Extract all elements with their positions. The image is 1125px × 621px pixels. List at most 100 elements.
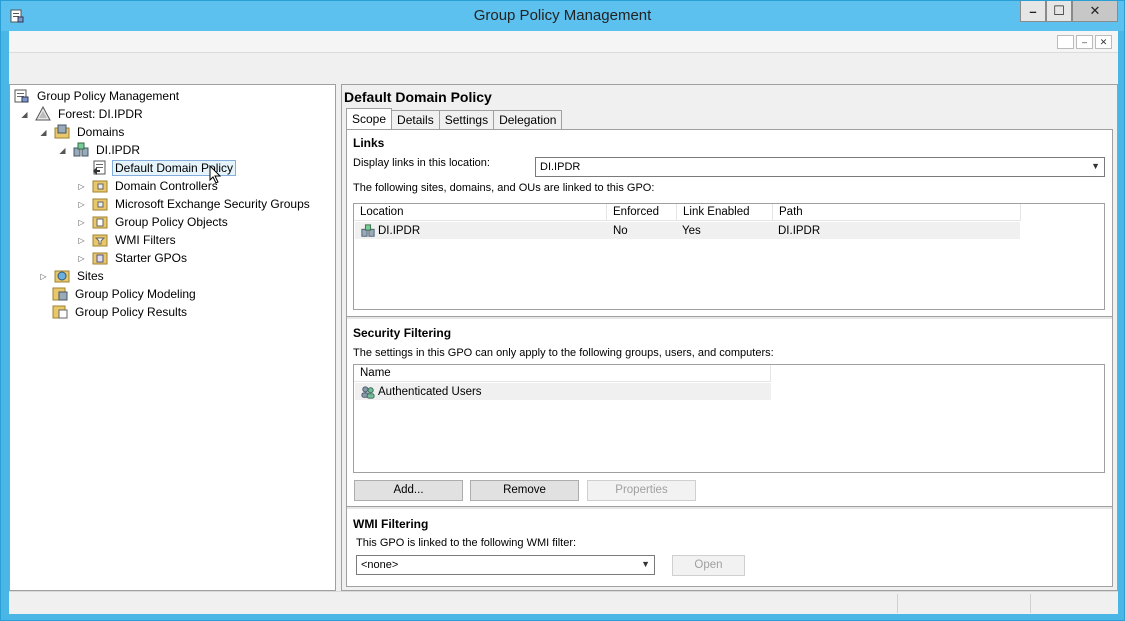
ou-folder-icon [92,180,108,193]
tree-node-label: Domains [77,125,125,139]
add-button[interactable]: Add... [354,480,463,501]
tab-delegation[interactable]: Delegation [493,110,563,129]
tree-node-label: Domain Controllers [115,179,218,193]
security-list-header: Name [354,365,771,382]
tree-node-wmi-filters[interactable]: ▷ WMI Filters [77,231,179,249]
scope-tab-panel: Links Display links in this location: DI… [346,129,1113,587]
toolbar [9,53,1118,84]
column-header-path[interactable]: Path [773,204,1021,221]
tree-node-exchange-security-groups[interactable]: ▷ Microsoft Exchange Security Groups [77,195,313,213]
mouse-cursor-icon [209,165,222,184]
properties-button[interactable]: Properties [587,480,696,501]
security-filtering-title: Security Filtering [353,326,452,340]
results-icon [52,305,68,319]
minimize-icon: – [1029,3,1037,19]
wmi-filtering-title: WMI Filtering [353,517,429,531]
tree-node-label: WMI Filters [115,233,176,247]
tree-node-domains[interactable]: ◢ Domains [39,123,127,141]
tree-node-domain-controllers[interactable]: ▷ Domain Controllers [77,177,221,195]
tree-node-label: Forest: DI.IPDR [58,107,143,121]
tree-node-group-policy-modeling[interactable]: Group Policy Modeling [52,285,199,303]
security-filtering-listview[interactable]: Name Authenticated Users [353,364,1105,473]
domain-icon [361,223,375,237]
tree-node-label: Sites [77,269,104,283]
window-title: Group Policy Management [473,7,652,24]
tree-node-label: DI.IPDR [96,143,141,157]
tree-node-label: Starter GPOs [115,251,188,265]
menu-bar: – ✕ [9,31,1118,53]
wmi-filter-value: <none> [361,559,399,571]
mdi-restore-button[interactable] [1057,35,1074,49]
column-header-link-enabled[interactable]: Link Enabled [677,204,773,221]
maximize-button[interactable]: ☐ [1046,1,1072,22]
gpmc-console-icon [14,89,29,103]
maximize-icon: ☐ [1053,3,1065,18]
client-area: – ✕ Group Policy Management ◢ Forest: DI… [9,31,1118,614]
remove-button[interactable]: Remove [470,480,579,501]
table-row[interactable]: Authenticated Users [355,383,771,400]
tree-node-gpmc-root[interactable]: Group Policy Management [14,87,182,105]
links-listview[interactable]: Location Enforced Link Enabled Path DI.I… [353,203,1105,310]
expand-icon[interactable]: ▷ [77,200,86,209]
status-bar [9,591,1118,614]
console-tree[interactable]: Group Policy Management ◢ Forest: DI.IPD… [9,84,336,591]
open-wmi-filter-button[interactable]: Open [672,555,745,576]
wmi-folder-icon [92,234,108,247]
section-separator[interactable] [347,316,1112,320]
forest-icon [35,106,51,121]
status-segment [1030,594,1118,613]
expand-icon[interactable]: ▷ [77,182,86,191]
sites-icon [54,270,70,283]
gpmc-window: Group Policy Management – ☐ ✕ – ✕ Group … [0,0,1125,621]
close-icon: ✕ [1089,3,1101,18]
tab-details[interactable]: Details [391,110,440,129]
tree-node-domain-di-ipdr[interactable]: ◢ DI.IPDR [58,141,143,159]
wmi-filtering-description: This GPO is linked to the following WMI … [356,537,577,549]
mdi-close-button[interactable]: ✕ [1095,35,1112,49]
linked-locations-label: The following sites, domains, and OUs ar… [353,182,655,194]
modeling-icon [52,287,68,301]
tree-node-forest[interactable]: ◢ Forest: DI.IPDR [20,105,146,123]
column-header-name[interactable]: Name [354,365,771,382]
domains-folder-icon [54,124,70,139]
details-pane: Default Domain Policy Scope Details Sett… [341,84,1118,591]
security-filtering-description: The settings in this GPO can only apply … [353,347,774,359]
expand-icon[interactable]: ▷ [77,218,86,227]
collapse-icon[interactable]: ◢ [39,128,48,137]
section-separator[interactable] [347,506,1112,510]
status-segment [897,594,1030,613]
minimize-button[interactable]: – [1020,1,1046,22]
expand-icon[interactable]: ▷ [77,236,86,245]
links-location-dropdown[interactable]: DI.IPDR ▼ [535,157,1105,177]
policy-title: Default Domain Policy [344,89,492,105]
link-path-cell: DI.IPDR [778,224,821,237]
wmi-filter-dropdown[interactable]: <none> ▼ [356,555,655,575]
tree-node-sites[interactable]: ▷ Sites [39,267,107,285]
link-enforced-cell: No [613,224,628,237]
domain-icon [73,142,89,157]
users-group-icon [361,385,375,399]
tree-node-group-policy-results[interactable]: Group Policy Results [52,303,190,321]
expand-icon[interactable]: ▷ [39,272,48,281]
expand-icon[interactable]: ▷ [77,254,86,263]
mdi-minimize-button[interactable]: – [1076,35,1093,49]
tab-strip: Scope Details Settings Delegation [346,108,563,130]
title-bar[interactable]: Group Policy Management – ☐ ✕ [1,1,1124,31]
tab-settings[interactable]: Settings [438,110,495,129]
tree-node-group-policy-objects[interactable]: ▷ Group Policy Objects [77,213,231,231]
column-header-location[interactable]: Location [354,204,607,221]
links-list-header: Location Enforced Link Enabled Path [354,204,1021,221]
tab-scope[interactable]: Scope [346,108,393,129]
links-section-title: Links [353,136,385,150]
collapse-icon[interactable]: ◢ [58,146,67,155]
table-row[interactable]: DI.IPDR No Yes DI.IPDR [355,222,1020,239]
tree-node-label: Group Policy Results [75,305,188,319]
tree-node-starter-gpos[interactable]: ▷ Starter GPOs [77,249,190,267]
collapse-icon[interactable]: ◢ [20,110,29,119]
link-enabled-cell: Yes [682,224,701,237]
gpo-folder-icon [92,216,108,229]
close-button[interactable]: ✕ [1072,1,1118,22]
link-location-cell: DI.IPDR [378,224,421,237]
column-header-enforced[interactable]: Enforced [607,204,677,221]
tree-node-label: Microsoft Exchange Security Groups [115,197,310,211]
